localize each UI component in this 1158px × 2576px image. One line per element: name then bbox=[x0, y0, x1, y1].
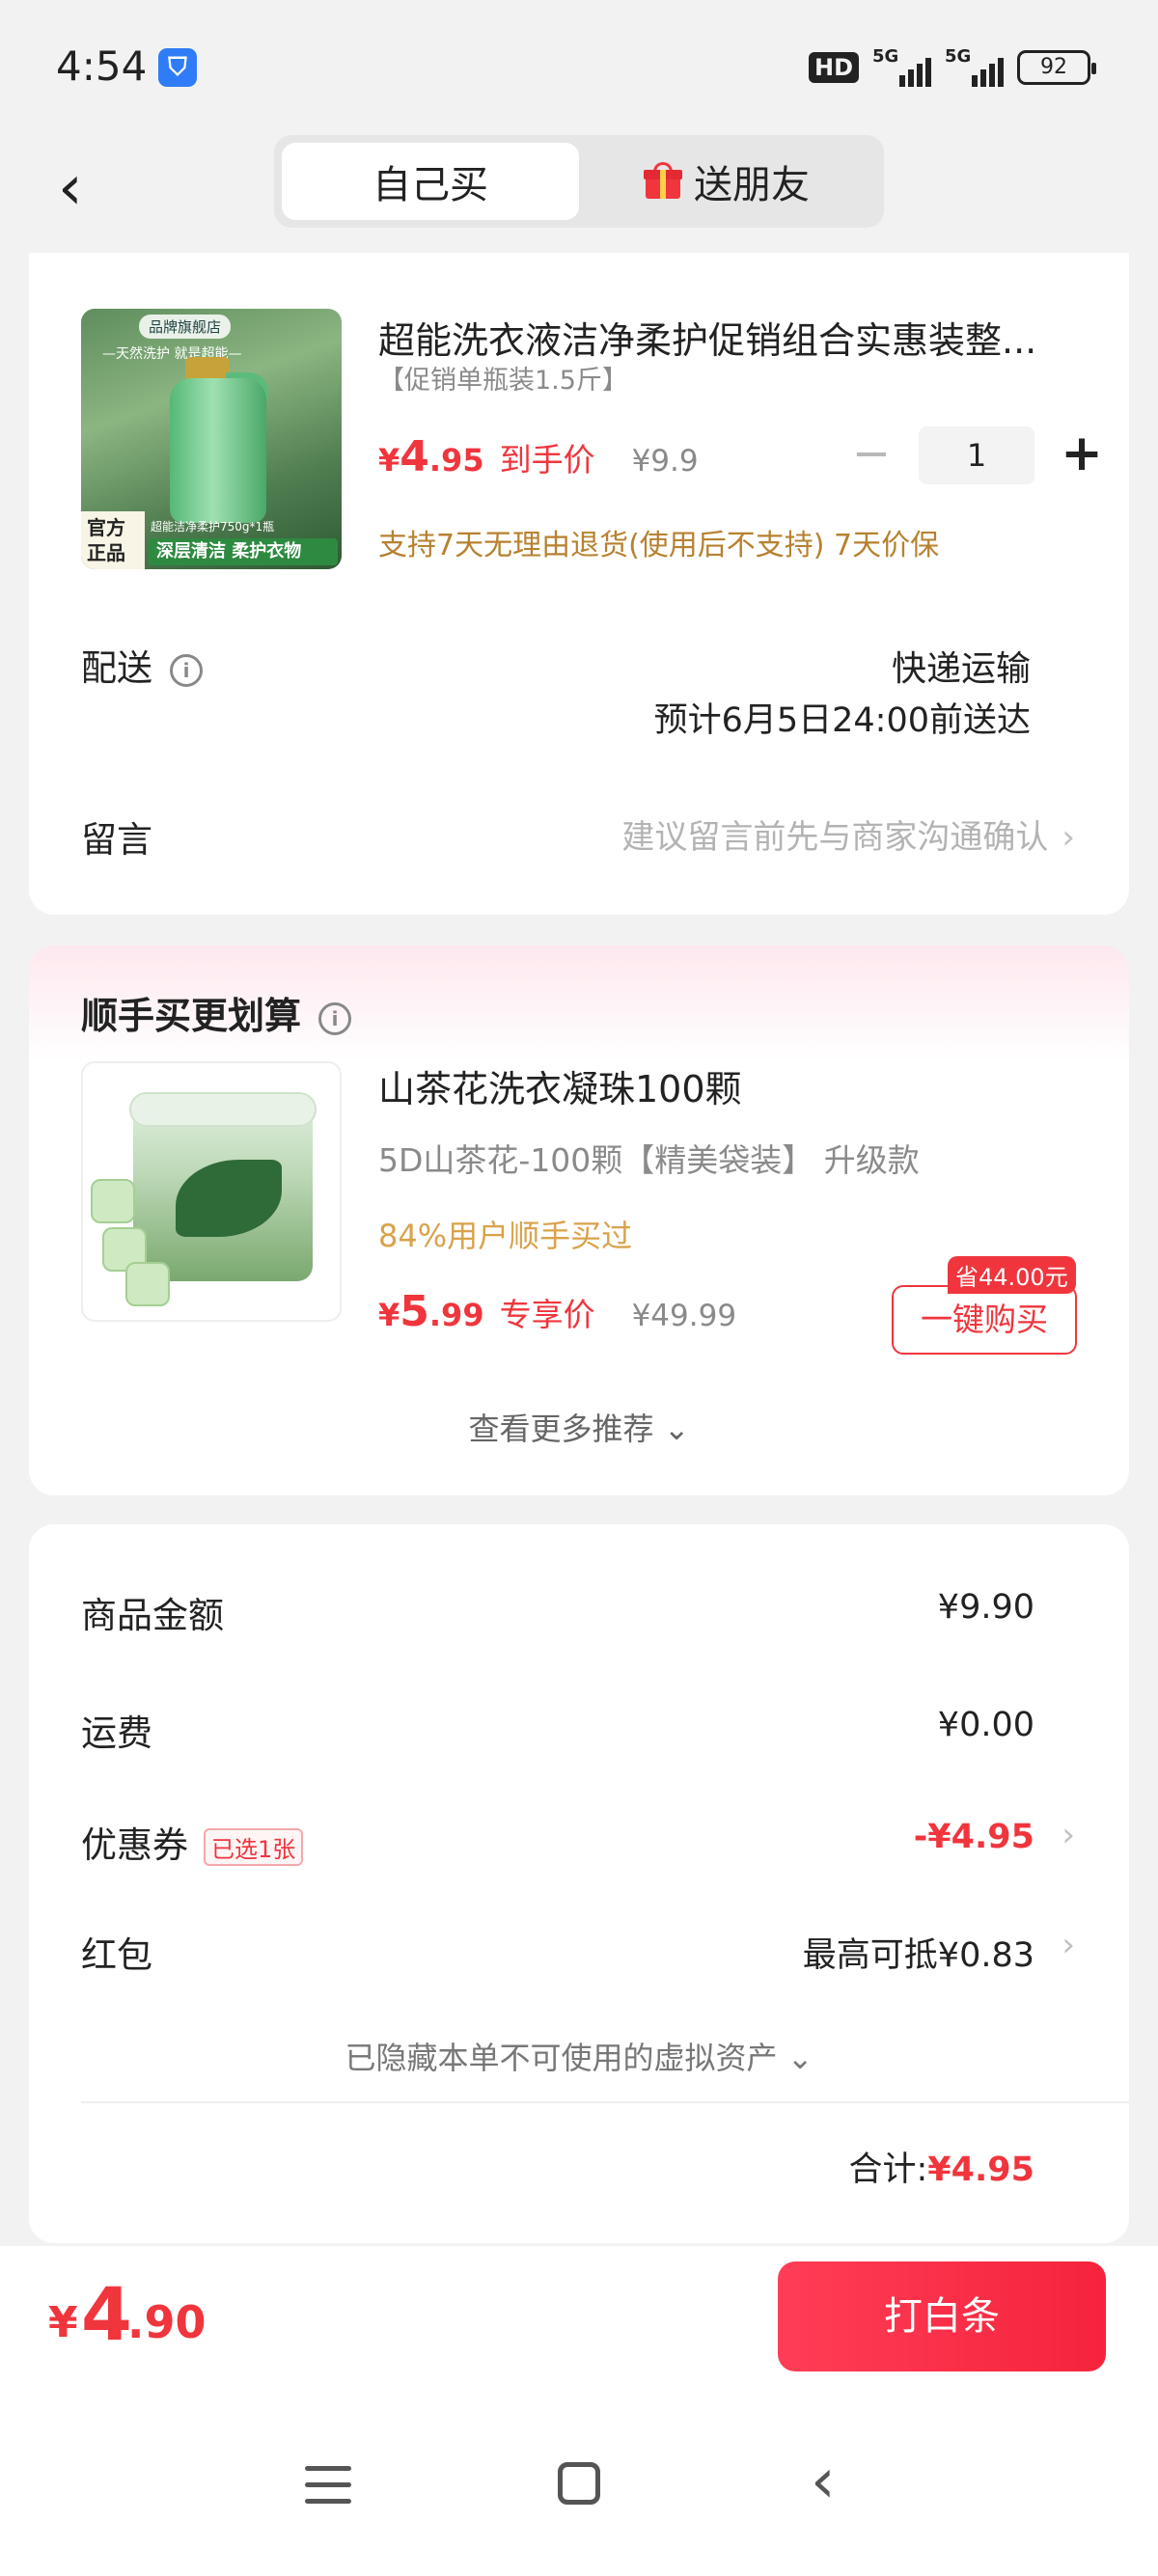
menu-icon[interactable] bbox=[305, 2466, 351, 2505]
order-total: 合计:¥4.95 bbox=[848, 2142, 1034, 2191]
system-navigation-bar: ‹ bbox=[0, 2383, 1158, 2576]
pay-button[interactable]: 打白条 bbox=[778, 2261, 1106, 2371]
status-time: 4:54 bbox=[56, 42, 148, 90]
chevron-left-icon[interactable]: ‹ bbox=[58, 154, 116, 228]
price-currency: ¥ bbox=[378, 1297, 400, 1333]
tab-send-to-friend[interactable]: 送朋友 bbox=[579, 143, 876, 220]
home-icon[interactable] bbox=[558, 2462, 600, 2505]
image-band: 深层清洁 柔护衣物 bbox=[149, 538, 338, 565]
delivery-label: 配送 bbox=[81, 647, 152, 689]
chevron-down-icon: ⌄ bbox=[777, 2040, 813, 2076]
checkout-bar: ¥ 4 .90 打白条 bbox=[0, 2246, 1158, 2383]
original-price: ¥9.9 bbox=[631, 444, 699, 479]
coupon-label: 优惠券 bbox=[81, 1824, 188, 1866]
minus-button[interactable]: − bbox=[841, 426, 901, 484]
hidden-assets-toggle[interactable]: 已隐藏本单不可使用的虚拟资产 ⌄ bbox=[29, 2034, 1129, 2078]
freight-label: 运费 bbox=[81, 1713, 152, 1754]
coupon-value[interactable]: -¥4.95 bbox=[914, 1818, 1034, 1856]
pay-amount-integer: 4 bbox=[81, 2271, 132, 2357]
network-label: 5G bbox=[872, 46, 899, 67]
product-price: ¥ 4 .95 到手价 ¥9.9 bbox=[378, 432, 699, 481]
recommendation-title: 顺手买更划算 i bbox=[81, 986, 352, 1039]
quantity-stepper: − 1 + bbox=[841, 426, 1112, 484]
product-sku[interactable]: 【促销单瓶装1.5斤】 bbox=[378, 359, 628, 397]
note-input[interactable]: 建议留言前先与商家沟通确认 › bbox=[621, 810, 1075, 858]
gift-icon bbox=[644, 162, 682, 199]
recommended-product-image[interactable] bbox=[81, 1061, 342, 1322]
chevron-right-icon: › bbox=[1062, 818, 1075, 857]
product-image[interactable]: 品牌旗舰店 —天然洗护 就是超能— 官方正品 超能洁净柔护750g*1瓶 深层清… bbox=[81, 309, 342, 569]
recommended-product-price: ¥ 5 .99 专享价 ¥49.99 bbox=[378, 1287, 736, 1336]
recommended-product-spec[interactable]: 5D山茶花-100颗【精美袋装】 升级款 bbox=[378, 1135, 920, 1181]
delivery-row: 配送 i bbox=[81, 639, 203, 691]
price-tag: 专享价 bbox=[499, 1296, 595, 1333]
goods-amount-value: ¥9.90 bbox=[937, 1588, 1034, 1627]
price-decimal: .99 bbox=[428, 1297, 484, 1333]
pay-amount-currency: ¥ bbox=[48, 2298, 78, 2347]
info-icon[interactable]: i bbox=[170, 653, 203, 687]
bought-together-stat: 84%用户顺手买过 bbox=[378, 1218, 633, 1254]
hidden-assets-label: 已隐藏本单不可使用的虚拟资产 bbox=[345, 2040, 778, 2076]
recommendation-title-text: 顺手买更划算 bbox=[81, 995, 302, 1037]
goods-amount-label: 商品金额 bbox=[81, 1595, 224, 1636]
order-summary-card: 商品金额 ¥9.90 运费 ¥0.00 优惠券 已选1张 -¥4.95 › 红包 … bbox=[29, 1524, 1129, 2243]
tab-label: 送朋友 bbox=[694, 163, 810, 207]
signal-icon: 5G bbox=[872, 46, 931, 87]
note-placeholder: 建议留言前先与商家沟通确认 bbox=[621, 818, 1049, 857]
red-packet-label: 红包 bbox=[81, 1934, 152, 1976]
chevron-down-icon: ⌄ bbox=[653, 1411, 690, 1447]
status-indicators: HD 5G 5G 92 bbox=[808, 46, 1096, 89]
status-bar: 4:54 ⛉ HD 5G 5G 92 bbox=[0, 0, 1158, 135]
price-currency: ¥ bbox=[378, 442, 400, 479]
shield-app-icon: ⛉ bbox=[158, 48, 197, 87]
shop-tag: 品牌旗舰店 bbox=[139, 315, 232, 339]
quantity-input[interactable]: 1 bbox=[919, 426, 1034, 484]
pay-amount-decimal: .90 bbox=[127, 2296, 207, 2348]
price-integer: 4 bbox=[400, 432, 429, 481]
header: ‹ 自己买 送朋友 bbox=[0, 135, 1158, 253]
service-guarantee[interactable]: 支持7天无理由退货(使用后不支持) 7天价保 bbox=[378, 521, 939, 563]
purchase-mode-switch: 自己买 送朋友 bbox=[274, 135, 884, 228]
more-recommendations-label: 查看更多推荐 bbox=[468, 1411, 654, 1447]
delivery-eta: 预计6月5日24:00前送达 bbox=[653, 701, 1031, 740]
plus-button[interactable]: + bbox=[1052, 426, 1112, 484]
freight-value: ¥0.00 bbox=[937, 1706, 1034, 1744]
one-click-buy-button[interactable]: 一键购买 bbox=[892, 1285, 1077, 1355]
detergent-bottle-illustration bbox=[170, 378, 266, 523]
chevron-right-icon[interactable]: › bbox=[1062, 1926, 1075, 1964]
savings-badge: 省44.00元 bbox=[948, 1256, 1076, 1294]
price-integer: 5 bbox=[400, 1287, 429, 1336]
more-recommendations-link[interactable]: 查看更多推荐 ⌄ bbox=[29, 1405, 1129, 1449]
divider bbox=[81, 2101, 1129, 2103]
hd-icon: HD bbox=[808, 52, 859, 83]
note-label: 留言 bbox=[81, 819, 152, 861]
chevron-right-icon[interactable]: › bbox=[1062, 1816, 1075, 1854]
total-label: 合计: bbox=[848, 2151, 928, 2189]
order-item-card: 品牌旗舰店 —天然洗护 就是超能— 官方正品 超能洁净柔护750g*1瓶 深层清… bbox=[29, 253, 1129, 915]
tab-buy-for-self[interactable]: 自己买 bbox=[282, 143, 579, 220]
coupon-row[interactable]: 优惠券 已选1张 bbox=[81, 1816, 304, 1868]
product-title[interactable]: 超能洗衣液洁净柔护促销组合实惠装整... bbox=[378, 311, 1083, 364]
back-icon[interactable]: ‹ bbox=[811, 2451, 836, 2512]
total-value: ¥4.95 bbox=[927, 2151, 1034, 2189]
price-decimal: .95 bbox=[428, 442, 484, 479]
network-label-2: 5G bbox=[945, 46, 972, 67]
signal-icon-2: 5G bbox=[945, 46, 1004, 87]
price-tag: 到手价 bbox=[499, 441, 595, 479]
original-price: ¥49.99 bbox=[631, 1299, 737, 1333]
info-icon[interactable]: i bbox=[318, 1001, 352, 1035]
image-spec: 超能洁净柔护750g*1瓶 bbox=[151, 520, 275, 534]
recommendation-card: 顺手买更划算 i 山茶花洗衣凝珠100颗 5D山茶花-100颗【精美袋装】 升级款… bbox=[29, 945, 1129, 1495]
delivery-method: 快递运输 bbox=[891, 649, 1031, 689]
tab-label: 自己买 bbox=[372, 163, 488, 207]
coupon-selected-badge: 已选1张 bbox=[204, 1828, 304, 1866]
official-badge: 官方正品 bbox=[81, 511, 145, 569]
red-packet-value[interactable]: 最高可抵¥0.83 bbox=[803, 1928, 1034, 1977]
recommended-product-name[interactable]: 山茶花洗衣凝珠100颗 bbox=[378, 1059, 742, 1112]
battery-icon: 92 bbox=[1017, 50, 1096, 85]
